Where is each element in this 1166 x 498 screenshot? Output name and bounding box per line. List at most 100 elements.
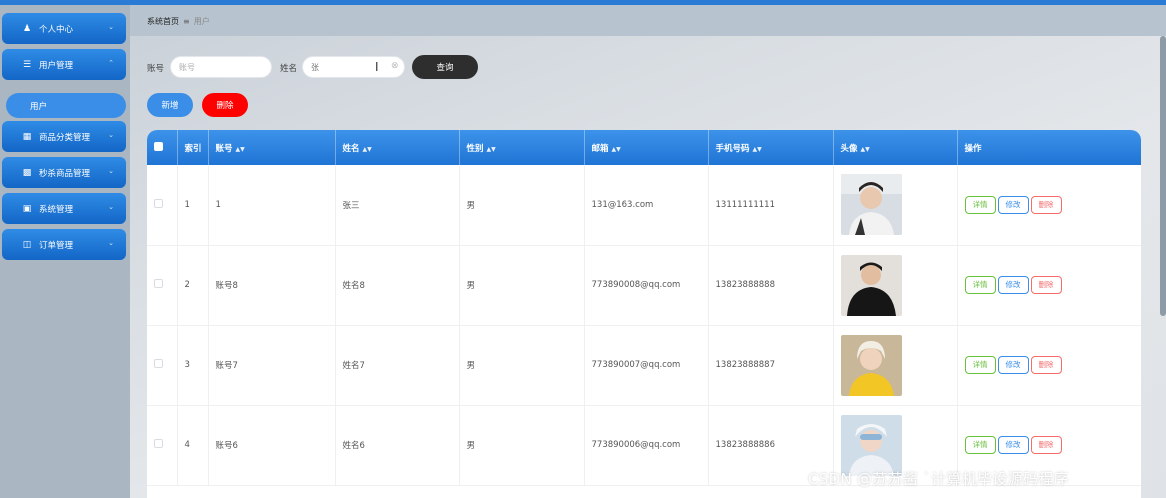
cell-email: 773890006@qq.com (584, 405, 709, 485)
sort-icon[interactable]: ▲▼ (861, 146, 870, 153)
cell-actions: 详情 修改 删除 (957, 325, 1141, 405)
cell-gender: 男 (459, 165, 585, 245)
row-checkbox[interactable] (154, 279, 163, 288)
detail-button[interactable]: 详情 (964, 356, 996, 374)
breadcrumb-home[interactable]: 系统首页 (147, 17, 179, 26)
sidebar-item-category-management[interactable]: ▦ 商品分类管理 ⌄ (2, 121, 126, 152)
chevron-up-icon: ⌃ (108, 59, 114, 67)
column-header-label: 头像 (840, 143, 858, 154)
sidebar-item-label: 订单管理 (39, 240, 74, 251)
edit-button[interactable]: 修改 (997, 276, 1029, 294)
sort-icon[interactable]: ▲▼ (753, 146, 762, 153)
avatar[interactable] (840, 174, 902, 236)
cell-phone: 13823888887 (708, 325, 834, 405)
add-button[interactable]: 新增 (147, 93, 193, 117)
select-all-header (147, 130, 178, 165)
column-header-account[interactable]: 账号 ▲▼ (208, 130, 336, 165)
detail-button[interactable]: 详情 (964, 195, 996, 214)
sidebar-subitem-users[interactable]: 用户 (6, 93, 126, 118)
sidebar-item-system-management[interactable]: ▣ 系统管理 ⌄ (2, 193, 126, 224)
breadcrumb-current: 用户 (193, 17, 210, 26)
breadcrumb-separator: ≡ (183, 17, 190, 26)
cell-actions: 详情 修改 删除 (957, 165, 1141, 245)
chevron-down-icon: ⌄ (108, 167, 114, 175)
column-header-gender[interactable]: 性别 ▲▼ (459, 130, 585, 165)
column-header-label: 邮箱 (591, 143, 609, 154)
sidebar-item-label: 用户管理 (39, 60, 74, 71)
row-checkbox[interactable] (154, 198, 163, 208)
batch-delete-button[interactable]: 删除 (202, 93, 248, 117)
sidebar-item-label: 商品分类管理 (39, 132, 91, 143)
sort-icon[interactable]: ▲▼ (612, 146, 621, 153)
cell-name: 姓名8 (335, 245, 460, 325)
sort-icon[interactable]: ▲▼ (487, 146, 496, 153)
column-header-phone[interactable]: 手机号码 ▲▼ (708, 130, 834, 165)
cell-name: 姓名6 (335, 405, 460, 485)
column-header-name[interactable]: 姓名 ▲▼ (335, 130, 460, 165)
chevron-down-icon: ⌄ (108, 239, 114, 247)
query-button[interactable]: 查询 (412, 55, 478, 79)
table-row: 3 账号7 姓名7 男 773890007@qq.com 13823888887… (147, 325, 1141, 405)
chevron-down-icon: ⌄ (108, 23, 114, 31)
sidebar-item-personal-center[interactable]: ♟ 个人中心 ⌄ (2, 13, 126, 44)
sort-icon[interactable]: ▲▼ (363, 146, 372, 153)
sidebar-item-user-management[interactable]: ☰ 用户管理 ⌃ (2, 49, 126, 80)
sidebar-item-order-management[interactable]: ◫ 订单管理 ⌄ (2, 229, 126, 260)
avatar[interactable] (840, 334, 902, 396)
avatar[interactable] (840, 414, 902, 476)
name-search-input[interactable]: 张 I ⊗ (302, 56, 405, 78)
sort-icon[interactable]: ▲▼ (236, 146, 245, 153)
sidebar-item-label: 秒杀商品管理 (39, 168, 91, 179)
monitor-icon: ▣ (22, 203, 32, 214)
edit-button[interactable]: 修改 (997, 356, 1029, 374)
edit-button[interactable]: 修改 (997, 436, 1029, 454)
cell-account: 账号8 (208, 245, 336, 325)
person-icon: ♟ (22, 23, 32, 34)
account-search-input[interactable]: 账号 (170, 56, 272, 78)
clipboard-icon: ◫ (22, 239, 32, 250)
table-header-row: 索引 账号 ▲▼ 姓名 ▲▼ 性别 ▲▼ 邮箱 ▲▼ 手机号码 ▲▼ 头像 ▲▼ 操作 (147, 130, 1141, 165)
delete-button[interactable]: 删除 (1030, 356, 1062, 374)
text-cursor-icon: I (375, 60, 379, 74)
cell-account: 账号7 (208, 325, 336, 405)
chevron-down-icon: ⌄ (108, 131, 114, 139)
detail-button[interactable]: 详情 (964, 436, 996, 454)
delete-button[interactable]: 删除 (1030, 276, 1062, 294)
sidebar-item-label: 个人中心 (39, 24, 74, 35)
column-header-avatar[interactable]: 头像 ▲▼ (833, 130, 958, 165)
sidebar-item-flash-sale-management[interactable]: ▩ 秒杀商品管理 ⌄ (2, 157, 126, 188)
cell-gender: 男 (459, 405, 585, 485)
row-checkbox[interactable] (154, 359, 163, 368)
cell-actions: 详情 修改 删除 (957, 245, 1141, 325)
cell-phone: 13823888888 (708, 245, 834, 325)
avatar[interactable] (840, 254, 902, 316)
column-header-label: 性别 (466, 143, 484, 154)
cell-gender: 男 (459, 325, 585, 405)
cell-account: 账号6 (208, 405, 336, 485)
row-checkbox[interactable] (154, 439, 163, 448)
detail-button[interactable]: 详情 (964, 276, 996, 294)
cell-index: 1 (177, 165, 209, 245)
name-input-value: 张 (311, 62, 319, 72)
name-label: 姓名 (280, 64, 298, 74)
cell-name: 张三 (335, 165, 460, 245)
apps-icon: ▩ (22, 167, 32, 178)
cell-avatar (833, 325, 958, 405)
cell-email: 773890008@qq.com (584, 245, 709, 325)
delete-button[interactable]: 删除 (1030, 195, 1062, 214)
table-row: 2 账号8 姓名8 男 773890008@qq.com 13823888888… (147, 245, 1141, 325)
column-header-label: 手机号码 (715, 143, 750, 154)
select-all-checkbox[interactable] (154, 141, 163, 151)
chevron-down-icon: ⌄ (108, 203, 114, 211)
cell-index: 3 (177, 325, 209, 405)
column-header-label: 姓名 (342, 143, 360, 154)
column-header-actions: 操作 (964, 143, 982, 154)
page-scrollbar[interactable] (1160, 36, 1166, 316)
cell-index: 2 (177, 245, 209, 325)
cell-email: 131@163.com (584, 165, 709, 245)
edit-button[interactable]: 修改 (997, 195, 1029, 214)
clear-icon[interactable]: ⊗ (391, 61, 399, 71)
column-header-email[interactable]: 邮箱 ▲▼ (584, 130, 709, 165)
delete-button[interactable]: 删除 (1030, 436, 1062, 454)
table-row: 1 1 张三 男 131@163.com 13111111111 详情 修改 删… (147, 165, 1141, 245)
